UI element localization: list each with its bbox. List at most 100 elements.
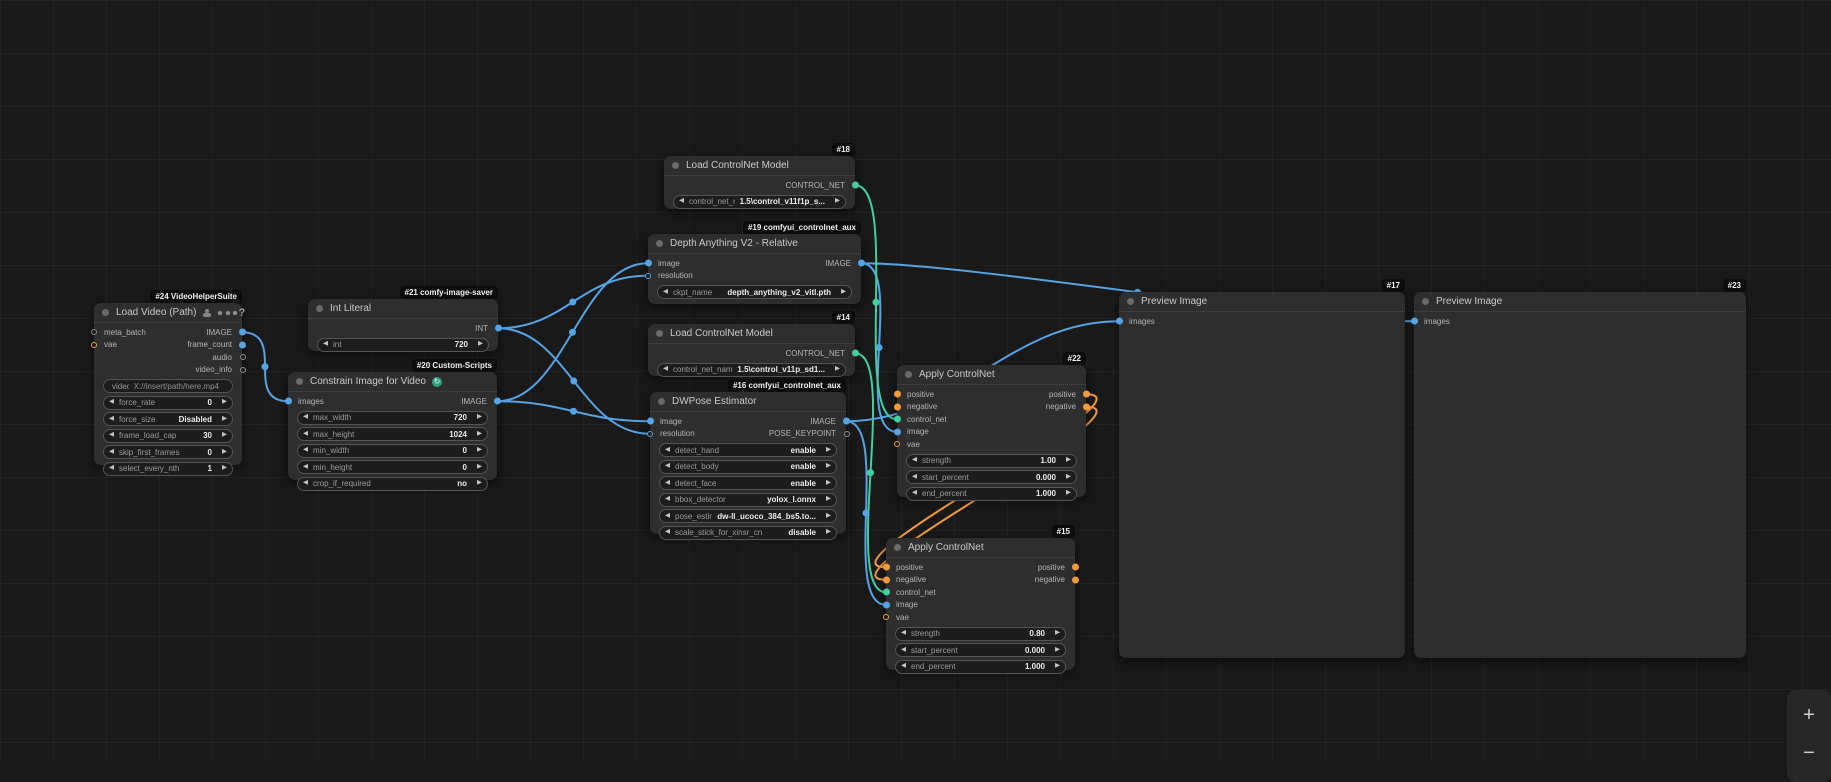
- collapse-dot-icon[interactable]: [905, 371, 912, 378]
- control-net-input-dot[interactable]: [893, 415, 901, 423]
- images-input-dot[interactable]: [1410, 317, 1418, 325]
- widget-end-percent[interactable]: ◀ end_percent 1.000 ▶: [906, 486, 1077, 501]
- widget-select-every-nth[interactable]: ◀ select_every_nth 1 ▶: [103, 461, 233, 476]
- widget-min-height[interactable]: ◀ min_height 0 ▶: [297, 460, 488, 474]
- increment-arrow-icon[interactable]: ▶: [472, 430, 487, 438]
- increment-arrow-icon[interactable]: ▶: [472, 447, 487, 454]
- increment-arrow-icon[interactable]: ▶: [1050, 646, 1065, 654]
- image-output-dot[interactable]: [842, 417, 850, 425]
- decrement-arrow-icon[interactable]: ◀: [104, 399, 119, 406]
- increment-arrow-icon[interactable]: ▶: [821, 463, 836, 470]
- widget-detect-face[interactable]: ◀ detect_face enable ▶: [659, 476, 837, 490]
- image-output-dot[interactable]: [493, 397, 501, 405]
- increment-arrow-icon[interactable]: ▶: [473, 341, 488, 348]
- decrement-arrow-icon[interactable]: ◀: [660, 496, 675, 503]
- node-apply-controlnet[interactable]: Apply ControlNet positive positive negative…: [893, 365, 1090, 501]
- increment-arrow-icon[interactable]: ▶: [217, 415, 232, 423]
- node-header[interactable]: Load ControlNet Model: [664, 156, 855, 176]
- increment-arrow-icon[interactable]: ▶: [821, 446, 836, 454]
- increment-arrow-icon[interactable]: ▶: [830, 366, 845, 373]
- node-header[interactable]: Load Video (Path)?: [94, 303, 245, 323]
- widget-strength[interactable]: ◀ strength 0.80 ▶: [895, 626, 1066, 641]
- pose-keypoint-output-dot[interactable]: [843, 430, 850, 437]
- decrement-arrow-icon[interactable]: ◀: [318, 341, 333, 348]
- widget-video[interactable]: video X://insert/path/here.mp4: [103, 379, 233, 393]
- decrement-arrow-icon[interactable]: ◀: [298, 480, 313, 487]
- vae-input-dot[interactable]: [90, 341, 97, 348]
- node-header[interactable]: Preview Image: [1414, 292, 1746, 312]
- node-apply-controlnet[interactable]: Apply ControlNet positive positive negative…: [882, 538, 1079, 674]
- decrement-arrow-icon[interactable]: ◀: [896, 630, 911, 637]
- widget-crop-if-required[interactable]: ◀ crop_if_required no ▶: [297, 476, 488, 491]
- zoom-in-button[interactable]: +: [1787, 696, 1831, 734]
- image-input-dot[interactable]: [646, 417, 654, 425]
- widget-ckpt-name[interactable]: ◀ ckpt_name depth_anything_v2_vitl.pth ▶: [657, 285, 852, 299]
- help-icon[interactable]: ?: [238, 307, 245, 319]
- vae-input-dot[interactable]: [893, 441, 900, 448]
- increment-arrow-icon[interactable]: ▶: [821, 479, 836, 487]
- increment-arrow-icon[interactable]: ▶: [472, 463, 487, 471]
- decrement-arrow-icon[interactable]: ◀: [907, 490, 922, 497]
- negative-output-dot[interactable]: [1071, 576, 1079, 584]
- decrement-arrow-icon[interactable]: ◀: [907, 457, 922, 464]
- collapse-dot-icon[interactable]: [894, 544, 901, 551]
- frame-count-output-dot[interactable]: [238, 341, 246, 349]
- increment-arrow-icon[interactable]: ▶: [821, 512, 836, 520]
- widget-start-percent[interactable]: ◀ start_percent 0.000 ▶: [906, 470, 1077, 484]
- collapse-dot-icon[interactable]: [316, 305, 323, 312]
- image-input-dot[interactable]: [882, 601, 890, 609]
- node-load-controlnet-model[interactable]: Load ControlNet Model CONTROL_NET ◀ control…: [664, 156, 859, 209]
- decrement-arrow-icon[interactable]: ◀: [660, 463, 675, 470]
- increment-arrow-icon[interactable]: ▶: [217, 432, 232, 439]
- widget-end-percent[interactable]: ◀ end_percent 1.000 ▶: [895, 659, 1066, 674]
- increment-arrow-icon[interactable]: ▶: [1061, 457, 1076, 464]
- node-constrain-image-for-video[interactable]: Constrain Image for Video ↻ images IMAGE ◀ ma…: [284, 372, 501, 491]
- node-header[interactable]: Int Literal: [308, 299, 498, 319]
- meta-batch-input-dot[interactable]: [90, 329, 97, 336]
- node-int-literal[interactable]: Int Literal INT ◀ int 720 ▶: [308, 299, 502, 352]
- negative-input-dot[interactable]: [893, 403, 901, 411]
- decrement-arrow-icon[interactable]: ◀: [907, 473, 922, 481]
- collapse-dot-icon[interactable]: [102, 309, 109, 316]
- increment-arrow-icon[interactable]: ▶: [472, 480, 487, 487]
- collapse-dot-icon[interactable]: [656, 330, 663, 337]
- image-input-dot[interactable]: [644, 259, 652, 267]
- widget-int[interactable]: ◀ int 720 ▶: [317, 337, 489, 352]
- widget-bbox-detector[interactable]: ◀ bbox_detector yolox_l.onnx ▶: [659, 492, 837, 507]
- node-graph-canvas[interactable]: + − Load Video (Path)? meta_batch IMAGE vae…: [0, 0, 1831, 782]
- node-header[interactable]: Preview Image: [1119, 292, 1405, 312]
- increment-arrow-icon[interactable]: ▶: [821, 529, 836, 536]
- node-depth-anything-v2-relative[interactable]: Depth Anything V2 - Relative image IMAGE re…: [644, 234, 865, 304]
- increment-arrow-icon[interactable]: ▶: [1061, 490, 1076, 497]
- increment-arrow-icon[interactable]: ▶: [1050, 663, 1065, 670]
- positive-input-dot[interactable]: [893, 390, 901, 398]
- images-input-dot[interactable]: [1115, 317, 1123, 325]
- image-output-dot[interactable]: [857, 259, 865, 267]
- collapse-dot-icon[interactable]: [1127, 298, 1134, 305]
- node-dwpose-estimator[interactable]: DWPose Estimator image IMAGE resolution POSE…: [646, 392, 850, 540]
- video-info-output-dot[interactable]: [239, 366, 246, 373]
- decrement-arrow-icon[interactable]: ◀: [104, 465, 119, 472]
- decrement-arrow-icon[interactable]: ◀: [298, 430, 313, 438]
- increment-arrow-icon[interactable]: ▶: [836, 288, 851, 296]
- decrement-arrow-icon[interactable]: ◀: [658, 366, 673, 373]
- decrement-arrow-icon[interactable]: ◀: [660, 446, 675, 454]
- image-input-dot[interactable]: [893, 428, 901, 436]
- node-header[interactable]: Constrain Image for Video ↻: [288, 372, 497, 392]
- positive-input-dot[interactable]: [882, 563, 890, 571]
- positive-output-dot[interactable]: [1082, 390, 1090, 398]
- widget-force-rate[interactable]: ◀ force_rate 0 ▶: [103, 395, 233, 410]
- node-header[interactable]: DWPose Estimator: [650, 392, 846, 412]
- collapse-dot-icon[interactable]: [656, 240, 663, 247]
- decrement-arrow-icon[interactable]: ◀: [658, 288, 673, 296]
- increment-arrow-icon[interactable]: ▶: [830, 198, 845, 205]
- increment-arrow-icon[interactable]: ▶: [1061, 473, 1076, 481]
- widget-skip-first-frames[interactable]: ◀ skip_first_frames 0 ▶: [103, 445, 233, 459]
- node-load-controlnet-model[interactable]: Load ControlNet Model CONTROL_NET ◀ control…: [648, 324, 859, 377]
- decrement-arrow-icon[interactable]: ◀: [298, 414, 313, 421]
- decrement-arrow-icon[interactable]: ◀: [660, 479, 675, 487]
- increment-arrow-icon[interactable]: ▶: [472, 414, 487, 421]
- increment-arrow-icon[interactable]: ▶: [217, 399, 232, 406]
- positive-output-dot[interactable]: [1071, 563, 1079, 571]
- widget-control-net-name[interactable]: ◀ control_net_name 1.5\control_v11p_sd1...…: [657, 362, 846, 377]
